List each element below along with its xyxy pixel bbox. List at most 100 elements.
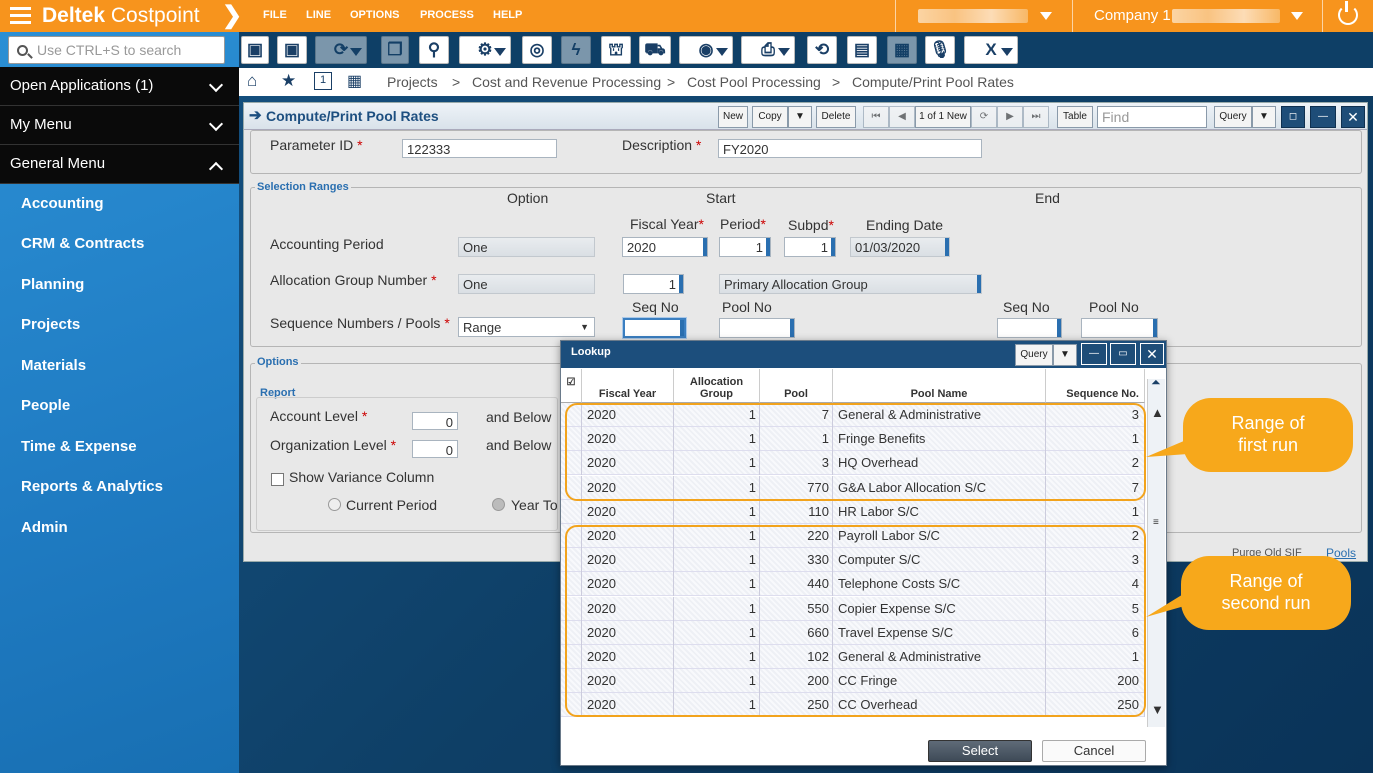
crumb-cost-pool[interactable]: Cost Pool Processing bbox=[687, 74, 821, 90]
close-icon[interactable]: ✕ bbox=[1341, 106, 1365, 128]
hamburger-menu-icon[interactable] bbox=[10, 7, 31, 25]
group-open-applications[interactable]: Open Applications (1) bbox=[0, 67, 239, 106]
account-level-field[interactable]: 0 bbox=[412, 412, 458, 430]
home-icon[interactable]: ⌂ bbox=[247, 71, 257, 91]
chevron-right-icon[interactable]: ❯ bbox=[222, 1, 242, 30]
user-name-blurred[interactable] bbox=[918, 9, 1028, 23]
allocation-group-option[interactable]: One bbox=[458, 274, 595, 294]
col-fiscal-year[interactable]: Fiscal Year bbox=[582, 369, 674, 403]
tab-count-badge[interactable]: 1 bbox=[314, 72, 332, 90]
schedule-icon[interactable]: ⛟ bbox=[639, 36, 671, 64]
crumb-projects[interactable]: Projects bbox=[387, 74, 438, 90]
comment-icon[interactable]: ▤ bbox=[847, 36, 877, 64]
excel-icon[interactable]: X bbox=[964, 36, 1018, 64]
minimize-icon[interactable]: — bbox=[1081, 343, 1107, 365]
col-pool-name[interactable]: Pool Name bbox=[833, 369, 1046, 403]
sidebar-item-crm-contracts[interactable]: CRM & Contracts bbox=[21, 235, 144, 252]
sidebar-item-materials[interactable]: Materials bbox=[21, 357, 86, 374]
preview-icon[interactable]: ◉ bbox=[679, 36, 733, 64]
scroll-top-icon[interactable]: ⏶ bbox=[1151, 375, 1161, 390]
table-button[interactable]: Table bbox=[1057, 106, 1093, 128]
select-button[interactable]: Select bbox=[928, 740, 1032, 762]
col-allocation-group[interactable]: Allocation Group bbox=[674, 369, 760, 403]
company-selector[interactable]: Company 1 bbox=[1094, 7, 1171, 24]
seq-no-start-field[interactable] bbox=[623, 318, 686, 338]
row-checkbox[interactable] bbox=[561, 499, 582, 524]
lightning-icon[interactable]: ϟ bbox=[561, 36, 591, 64]
prev-record-icon[interactable]: ◀ bbox=[889, 106, 915, 128]
crumb-cost-revenue[interactable]: Cost and Revenue Processing bbox=[472, 74, 661, 90]
sidebar-item-admin[interactable]: Admin bbox=[21, 519, 68, 536]
sidebar-item-planning[interactable]: Planning bbox=[21, 276, 84, 293]
period-field[interactable]: 1 bbox=[719, 237, 771, 257]
copy-icon[interactable]: ❐ bbox=[381, 36, 409, 64]
refresh-record-icon[interactable]: ⟳ bbox=[971, 106, 997, 128]
save-icon[interactable]: ▣ bbox=[241, 36, 269, 64]
scroll-down-icon[interactable]: ▼ bbox=[1151, 702, 1164, 717]
search-icon[interactable]: ⚲ bbox=[419, 36, 449, 64]
sequence-pools-select[interactable]: Range ▼ bbox=[458, 317, 595, 337]
microphone-icon[interactable]: 🎙 bbox=[925, 36, 955, 64]
sidebar-item-reports-analytics[interactable]: Reports & Analytics bbox=[21, 478, 163, 495]
query-dropdown-icon[interactable]: ▼ bbox=[1252, 106, 1276, 128]
allocation-group-field[interactable]: 1 bbox=[623, 274, 684, 294]
menu-help[interactable]: HELP bbox=[493, 9, 522, 21]
chevron-down-icon[interactable] bbox=[1040, 12, 1052, 20]
process-icon[interactable]: ⛫ bbox=[601, 36, 631, 64]
fiscal-year-field[interactable]: 2020 bbox=[622, 237, 708, 257]
group-my-menu[interactable]: My Menu bbox=[0, 106, 239, 145]
grid-icon[interactable]: ▦ bbox=[347, 71, 362, 91]
sidebar-item-projects[interactable]: Projects bbox=[21, 316, 80, 333]
refresh-icon[interactable]: ⟳ bbox=[315, 36, 367, 64]
close-icon[interactable]: ✕ bbox=[1140, 343, 1164, 365]
accounting-period-option[interactable]: One bbox=[458, 237, 595, 257]
last-record-icon[interactable]: ⏭ bbox=[1023, 106, 1049, 128]
minimize-icon[interactable]: — bbox=[1310, 106, 1336, 128]
restore-icon[interactable]: ◻ bbox=[1281, 106, 1305, 128]
next-record-icon[interactable]: ▶ bbox=[997, 106, 1023, 128]
col-sequence-no[interactable]: Sequence No. bbox=[1046, 369, 1145, 403]
menu-file[interactable]: FILE bbox=[263, 9, 287, 21]
menu-line[interactable]: LINE bbox=[306, 9, 331, 21]
calculator-icon[interactable]: ▦ bbox=[887, 36, 917, 64]
pool-no-end-field[interactable] bbox=[1081, 318, 1158, 338]
delete-button[interactable]: Delete bbox=[816, 106, 856, 128]
select-all-checkbox[interactable]: ☑ bbox=[561, 369, 582, 403]
group-general-menu[interactable]: General Menu bbox=[0, 145, 239, 184]
parameter-id-field[interactable]: 122333 bbox=[402, 139, 557, 158]
check-icon[interactable]: ◎ bbox=[522, 36, 552, 64]
print-icon[interactable]: ⎙ bbox=[741, 36, 795, 64]
power-icon[interactable] bbox=[1338, 1, 1358, 25]
chevron-down-icon[interactable] bbox=[1291, 12, 1303, 20]
find-input[interactable]: Find bbox=[1097, 106, 1207, 128]
maximize-icon[interactable]: ▭ bbox=[1110, 343, 1136, 365]
sidebar-item-time-expense[interactable]: Time & Expense bbox=[21, 438, 137, 455]
copy-dropdown-icon[interactable]: ▼ bbox=[788, 106, 812, 128]
year-to-date-radio[interactable] bbox=[492, 498, 505, 511]
lookup-query-dropdown-icon[interactable]: ▼ bbox=[1053, 344, 1077, 366]
export-icon[interactable]: ⟲ bbox=[807, 36, 837, 64]
current-period-radio[interactable] bbox=[328, 498, 341, 511]
description-field[interactable]: FY2020 bbox=[718, 139, 982, 158]
cancel-button[interactable]: Cancel bbox=[1042, 740, 1146, 762]
sidebar-item-accounting[interactable]: Accounting bbox=[21, 195, 104, 212]
new-button[interactable]: New bbox=[718, 106, 748, 128]
organization-level-field[interactable]: 0 bbox=[412, 440, 458, 458]
arrow-right-icon[interactable]: ➔ bbox=[249, 106, 262, 124]
subpd-field[interactable]: 1 bbox=[784, 237, 836, 257]
col-pool[interactable]: Pool bbox=[760, 369, 833, 403]
query-button[interactable]: Query bbox=[1214, 106, 1252, 128]
save-continue-icon[interactable]: ▣ bbox=[277, 36, 307, 64]
lookup-query-button[interactable]: Query bbox=[1015, 344, 1053, 366]
settings-icon[interactable]: ⚙ bbox=[459, 36, 511, 64]
star-icon[interactable]: ★ bbox=[281, 71, 296, 91]
show-variance-checkbox[interactable] bbox=[271, 473, 284, 486]
sidebar-item-people[interactable]: People bbox=[21, 397, 70, 414]
first-record-icon[interactable]: ⏮ bbox=[863, 106, 889, 128]
table-row[interactable]: 2020 1 110 HR Labor S/C 1 bbox=[561, 499, 1145, 524]
search-input[interactable]: Use CTRL+S to search bbox=[8, 36, 225, 64]
copy-button[interactable]: Copy bbox=[752, 106, 788, 128]
pool-no-start-field[interactable] bbox=[719, 318, 795, 338]
menu-process[interactable]: PROCESS bbox=[420, 9, 474, 21]
menu-options[interactable]: OPTIONS bbox=[350, 9, 400, 21]
